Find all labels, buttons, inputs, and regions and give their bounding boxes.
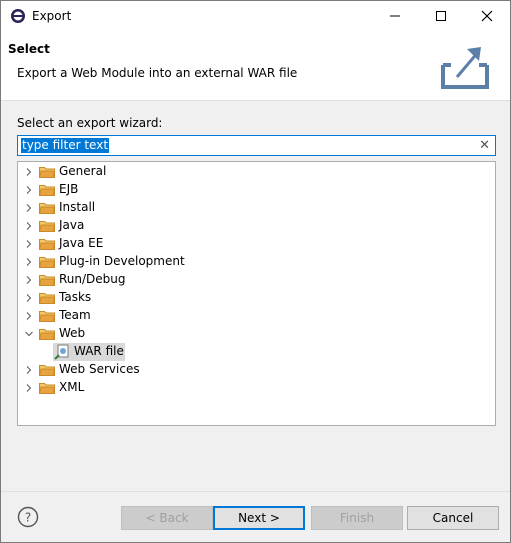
tree-item-label: Java EE — [59, 236, 104, 250]
chevron-right-icon[interactable] — [25, 276, 33, 284]
chevron-right-icon[interactable] — [25, 312, 33, 320]
maximize-button[interactable] — [418, 1, 464, 31]
tree-item-java-ee[interactable]: Java EE — [18, 235, 495, 253]
filter-input[interactable]: type filter text ✕ — [17, 135, 496, 156]
folder-icon — [39, 293, 55, 304]
minimize-icon — [390, 15, 400, 17]
tree-item-label: Team — [59, 308, 91, 322]
finish-button[interactable]: Finish — [311, 506, 403, 530]
tree-item-label: WAR file — [74, 344, 124, 358]
chevron-right-icon[interactable] — [25, 168, 33, 176]
tree-item-team[interactable]: Team — [18, 307, 495, 325]
export-dialog: Export Select Export a Web Module into a… — [0, 0, 511, 543]
chevron-right-icon[interactable] — [25, 384, 33, 392]
eclipse-icon — [11, 9, 25, 23]
tree-item-label: Tasks — [59, 290, 92, 304]
tree-item-label: Web — [59, 326, 86, 340]
folder-icon — [39, 185, 55, 196]
tree-item-general[interactable]: General — [18, 163, 495, 181]
title-bar[interactable]: Export — [1, 1, 510, 31]
tree-item-label: Plug-in Development — [59, 254, 185, 268]
clear-icon[interactable]: ✕ — [479, 139, 490, 153]
tree-item-label: EJB — [59, 182, 79, 196]
tree-item-run-debug[interactable]: Run/Debug — [18, 271, 495, 289]
chevron-right-icon[interactable] — [25, 204, 33, 212]
tree-item-tasks[interactable]: Tasks — [18, 289, 495, 307]
folder-open-icon — [39, 329, 55, 340]
tree-item-label: Run/Debug — [59, 272, 126, 286]
wizard-select-label: Select an export wizard: — [17, 116, 163, 130]
chevron-right-icon[interactable] — [25, 240, 33, 248]
chevron-right-icon[interactable] — [25, 186, 33, 194]
window-title: Export — [32, 9, 72, 23]
chevron-right-icon[interactable] — [25, 222, 33, 230]
folder-icon — [39, 167, 55, 178]
filter-value[interactable]: type filter text — [21, 138, 110, 153]
folder-icon — [39, 275, 55, 286]
folder-icon — [39, 257, 55, 268]
chevron-right-icon[interactable] — [25, 366, 33, 374]
folder-icon — [39, 239, 55, 250]
tree-item-war-file[interactable]: WAR file — [18, 343, 495, 361]
war-file-icon — [54, 344, 69, 360]
maximize-icon — [436, 11, 446, 21]
export-icon — [441, 47, 489, 89]
next-button[interactable]: Next > — [213, 506, 305, 530]
cancel-button[interactable]: Cancel — [407, 506, 499, 530]
page-description: Export a Web Module into an external WAR… — [17, 66, 298, 80]
tree-item-xml[interactable]: XML — [18, 379, 495, 397]
tree-item-label: Java — [59, 218, 85, 232]
chevron-right-icon[interactable] — [25, 294, 33, 302]
tree-item-plug-in-development[interactable]: Plug-in Development — [18, 253, 495, 271]
button-bar-separator — [1, 491, 510, 492]
chevron-right-icon[interactable] — [25, 258, 33, 266]
folder-icon — [39, 365, 55, 376]
tree-item-label: General — [59, 164, 107, 178]
tree-item-web[interactable]: Web — [18, 325, 495, 343]
tree-item-install[interactable]: Install — [18, 199, 495, 217]
tree-item-label: Install — [59, 200, 96, 214]
folder-icon — [39, 221, 55, 232]
page-title: Select — [8, 42, 50, 56]
chevron-down-icon[interactable] — [25, 330, 33, 338]
tree-item-label: XML — [59, 380, 85, 394]
back-button[interactable]: < Back — [121, 506, 213, 530]
folder-icon — [39, 383, 55, 394]
close-icon — [481, 10, 493, 22]
tree-item-web-services[interactable]: Web Services — [18, 361, 495, 379]
minimize-button[interactable] — [372, 1, 418, 31]
tree-item-java[interactable]: Java — [18, 217, 495, 235]
folder-icon — [39, 311, 55, 322]
svg-text:?: ? — [25, 511, 31, 525]
close-button[interactable] — [464, 1, 510, 31]
help-icon[interactable]: ? — [17, 506, 39, 528]
wizard-banner: Select Export a Web Module into an exter… — [1, 31, 510, 101]
folder-icon — [39, 203, 55, 214]
wizard-tree[interactable]: General EJB Install Java Java EE Plug-in Deve… — [17, 161, 496, 426]
tree-item-label: Web Services — [59, 362, 140, 376]
tree-item-ejb[interactable]: EJB — [18, 181, 495, 199]
